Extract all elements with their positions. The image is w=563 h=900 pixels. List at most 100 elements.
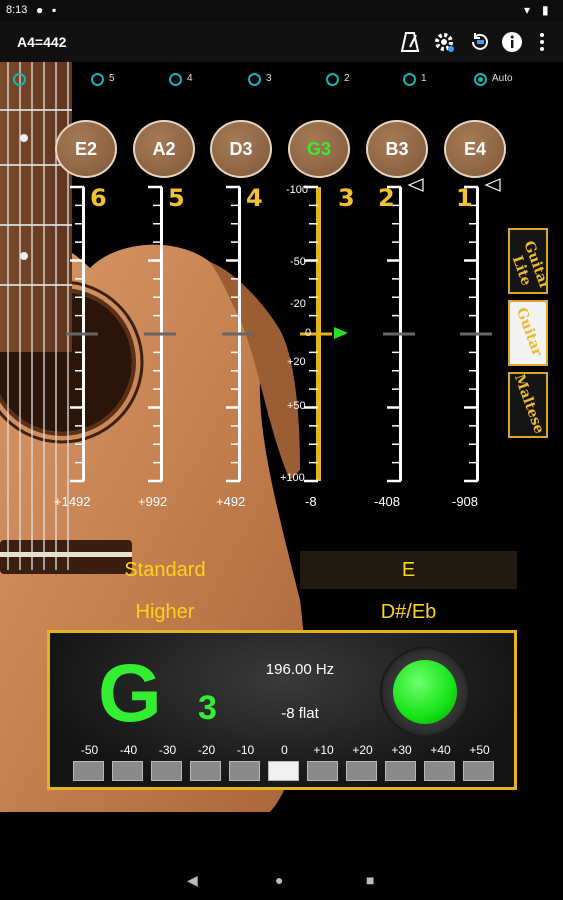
cent-bar xyxy=(151,761,182,781)
radio-label-1: 1 xyxy=(421,73,427,84)
cent-bar xyxy=(424,761,455,781)
cent-bar xyxy=(190,761,221,781)
settings-gear-icon[interactable] xyxy=(432,30,456,54)
tuner-meter-panel: G 3 196.00 Hz -8 flat -50 -40 -30 -20 -10 0 +1… xyxy=(47,630,517,790)
radio-label-auto: Auto xyxy=(492,73,513,84)
status-time: 8:13 xyxy=(6,4,28,16)
string-offset-1: -908 xyxy=(452,494,479,509)
cent-bar xyxy=(73,761,104,781)
radio-circle-1 xyxy=(403,73,416,86)
pitch-indicator-arrow xyxy=(334,327,348,339)
pitch-row: Higher D#/Eb xyxy=(0,593,563,631)
side-tab-label: Guitar Lite xyxy=(508,238,548,292)
notification-g-icon: ● xyxy=(36,3,44,17)
wifi-icon: ▾ xyxy=(524,3,531,17)
scale-label-plus50: +50 xyxy=(287,400,306,412)
cent-bar xyxy=(268,761,299,781)
string-button-a2[interactable]: A2 xyxy=(133,120,195,178)
info-icon[interactable] xyxy=(500,30,524,54)
history-icon[interactable] xyxy=(468,30,492,54)
string-offset-2: -408 xyxy=(374,494,401,509)
radio-label-2: 2 xyxy=(344,73,350,84)
back-icon[interactable]: ◀ xyxy=(187,872,198,889)
string-offset-3: -8 xyxy=(305,494,317,509)
string-offset-6: +1492 xyxy=(54,494,91,509)
cent-label: +10 xyxy=(313,743,334,757)
string-number-3: 3 xyxy=(338,184,355,212)
cent-bar xyxy=(385,761,416,781)
side-tab-maltese[interactable]: Maltese xyxy=(508,372,548,438)
scale-marker-outline xyxy=(484,178,501,192)
notification-icon: ▪ xyxy=(52,3,57,17)
cent-label: -40 xyxy=(119,743,138,757)
reference-pitch-title[interactable]: A4=442 xyxy=(17,34,66,50)
cent-label: -30 xyxy=(158,743,177,757)
detected-note: G xyxy=(98,648,162,739)
in-tune-lamp xyxy=(380,647,470,737)
cent-bar xyxy=(346,761,377,781)
string-number-2: 2 xyxy=(378,184,395,212)
cent-label: -10 xyxy=(236,743,255,757)
app-toolbar: A4=442 xyxy=(0,22,563,62)
string-number-4: 4 xyxy=(246,184,263,212)
scale-marker-outline xyxy=(407,178,424,192)
tuning-key[interactable]: E xyxy=(300,551,517,589)
tuning-row: Standard E xyxy=(0,551,563,589)
string-number-1: 1 xyxy=(456,184,473,212)
radio-label-3: 3 xyxy=(266,73,272,84)
tuning-name[interactable]: Standard xyxy=(30,551,300,589)
scale-label-minus20: -20 xyxy=(290,298,306,310)
string-offset-5: +992 xyxy=(138,494,168,509)
string-offset-4: +492 xyxy=(216,494,246,509)
pitch-direction[interactable]: Higher xyxy=(30,593,300,631)
radio-circle-3 xyxy=(248,73,261,86)
deviation-readout: -8 flat xyxy=(281,705,319,722)
string-button-e4[interactable]: E4 xyxy=(444,120,506,178)
recents-icon[interactable]: ■ xyxy=(366,872,374,888)
frequency-readout: 196.00 Hz xyxy=(265,661,335,678)
tuning-scales xyxy=(66,178,501,483)
cent-label: +30 xyxy=(391,743,412,757)
metronome-icon[interactable] xyxy=(398,30,422,54)
radio-circle-4 xyxy=(169,73,182,86)
status-bar: 8:13 ● ▪ ▾ ▮ xyxy=(0,0,563,22)
cent-label: -50 xyxy=(80,743,99,757)
cent-label: +40 xyxy=(430,743,451,757)
side-tab-guitar-lite[interactable]: Guitar Lite xyxy=(508,228,548,294)
string-button-g3[interactable]: G3 xyxy=(288,120,350,178)
cent-bar xyxy=(463,761,494,781)
radio-circle-auto xyxy=(474,73,487,86)
battery-icon: ▮ xyxy=(542,3,549,17)
side-tab-label: Guitar xyxy=(512,305,546,359)
radio-label-4: 4 xyxy=(187,73,193,84)
radio-circle-6 xyxy=(13,73,26,86)
string-button-e2[interactable]: E2 xyxy=(55,120,117,178)
scale-label-zero: 0 xyxy=(305,327,312,339)
side-tab-guitar[interactable]: Guitar xyxy=(508,300,548,366)
scale-label-plus100: +100 xyxy=(280,472,305,484)
string-number-5: 5 xyxy=(168,184,185,212)
home-icon[interactable]: ● xyxy=(275,872,283,888)
pitch-note[interactable]: D#/Eb xyxy=(300,593,517,631)
cent-label: +20 xyxy=(352,743,373,757)
string-number-6: 6 xyxy=(90,184,107,212)
side-tab-label: Maltese xyxy=(510,372,548,436)
string-button-d3[interactable]: D3 xyxy=(210,120,272,178)
cent-label: +50 xyxy=(469,743,490,757)
cent-bar xyxy=(229,761,260,781)
radio-circle-5 xyxy=(91,73,104,86)
system-navigation-bar: ◀ ● ■ xyxy=(0,860,563,900)
radio-circle-2 xyxy=(326,73,339,86)
cent-bar xyxy=(307,761,338,781)
overflow-menu-icon[interactable] xyxy=(530,30,554,54)
scale-label-plus20: +20 xyxy=(287,356,306,368)
string-button-b3[interactable]: B3 xyxy=(366,120,428,178)
scale-label-minus100: -100 xyxy=(286,184,309,196)
cent-label: -20 xyxy=(197,743,216,757)
cent-bar xyxy=(112,761,143,781)
detected-octave: 3 xyxy=(198,689,217,727)
in-tune-lamp-light xyxy=(393,660,457,724)
string-selector-radio-group: 5 4 3 2 1 Auto xyxy=(0,62,563,98)
scale-label-minus50: -50 xyxy=(290,256,306,268)
radio-label-5: 5 xyxy=(109,73,115,84)
